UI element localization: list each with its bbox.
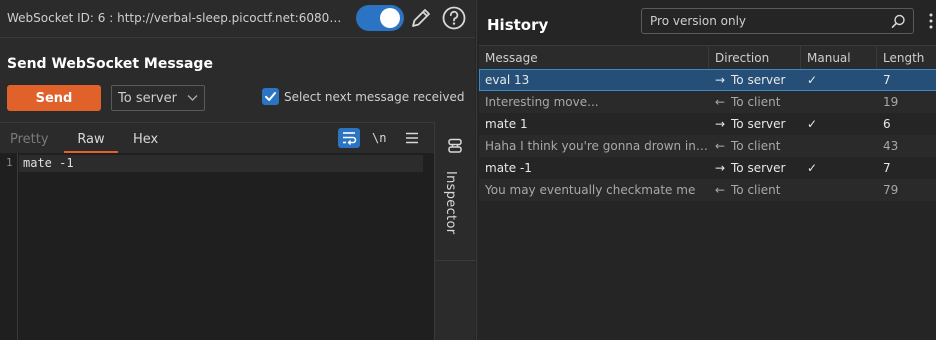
row-manual: ✓ <box>801 113 877 135</box>
column-message[interactable]: Message <box>479 46 709 70</box>
inspector-panel[interactable]: Inspector <box>434 122 476 340</box>
tab-raw[interactable]: Raw <box>64 132 118 147</box>
row-message: mate 1 <box>485 117 528 131</box>
arrow-left-icon: ← <box>715 139 726 153</box>
history-panel: History Message Direction Manual Length … <box>476 0 936 340</box>
arrow-right-icon: → <box>715 73 726 87</box>
row-length: 7 <box>883 161 891 175</box>
intercept-toggle[interactable] <box>356 5 404 31</box>
row-manual: ✓ <box>801 157 877 179</box>
websocket-title: WebSocket ID: 6 : http://verbal-sleep.pi… <box>7 11 347 25</box>
send-button[interactable]: Send <box>7 85 101 111</box>
row-message: Haha I think you're gonna drown in your … <box>485 139 709 153</box>
column-direction[interactable]: Direction <box>709 46 801 70</box>
tab-pretty[interactable]: Pretty <box>10 132 49 147</box>
row-length: 79 <box>883 183 899 197</box>
direction-value: To server <box>118 91 177 106</box>
manual-check-icon: ✓ <box>807 161 818 175</box>
row-direction-label: To client <box>731 183 781 197</box>
row-direction: ← To client <box>709 91 801 113</box>
word-wrap-icon <box>343 132 357 145</box>
row-length: 6 <box>883 117 891 131</box>
search-input[interactable] <box>642 9 882 33</box>
word-wrap-button[interactable] <box>338 128 360 148</box>
row-direction-label: To client <box>731 139 781 153</box>
manual-check-icon: ✓ <box>807 117 818 131</box>
inspector-divider <box>435 260 476 261</box>
row-direction: ← To client <box>709 179 801 201</box>
history-table: Message Direction Manual Length eval 13 … <box>479 45 936 201</box>
table-row[interactable]: Interesting move... ← To client 19 <box>479 91 936 113</box>
more-options-icon[interactable] <box>928 12 934 30</box>
row-length: 19 <box>883 95 899 109</box>
history-title: History <box>487 16 549 34</box>
row-direction: ← To client <box>709 135 801 157</box>
row-manual <box>801 179 877 201</box>
row-message: eval 13 <box>485 73 530 87</box>
row-direction: → To server <box>709 69 801 91</box>
table-row[interactable]: eval 13 → To server ✓ 7 <box>479 69 936 91</box>
row-direction: → To server <box>709 113 801 135</box>
manual-check-icon: ✓ <box>807 73 818 87</box>
line-gutter: 1 <box>0 153 18 340</box>
arrow-left-icon: ← <box>715 95 726 109</box>
row-length: 7 <box>883 73 891 87</box>
editor-tabs: Pretty Raw Hex \n <box>0 122 434 153</box>
menu-icon[interactable] <box>404 131 420 145</box>
column-manual[interactable]: Manual <box>801 46 877 70</box>
table-row[interactable]: You may eventually checkmate me ← To clie… <box>479 179 936 201</box>
row-message: You may eventually checkmate me <box>485 183 696 197</box>
pencil-icon[interactable] <box>408 5 434 31</box>
row-manual: ✓ <box>801 69 877 91</box>
select-next-checkbox[interactable] <box>262 88 279 105</box>
editor-content[interactable]: mate -1 <box>23 156 74 170</box>
row-length: 43 <box>883 139 899 153</box>
newline-toggle-button[interactable]: \n <box>372 131 386 145</box>
help-icon[interactable] <box>442 6 466 30</box>
history-search[interactable] <box>641 8 914 34</box>
tab-hex[interactable]: Hex <box>133 132 158 147</box>
table-row[interactable]: mate 1 → To server ✓ 6 <box>479 113 936 135</box>
row-direction-label: To server <box>731 73 786 87</box>
row-direction-label: To server <box>731 161 786 175</box>
toggle-knob <box>380 8 400 28</box>
row-message: mate -1 <box>485 161 532 175</box>
chevron-down-icon <box>187 95 198 101</box>
arrow-left-icon: ← <box>715 183 726 197</box>
table-row[interactable]: mate -1 → To server ✓ 7 <box>479 157 936 179</box>
table-header: Message Direction Manual Length <box>479 45 936 70</box>
direction-select[interactable]: To server <box>111 85 205 111</box>
send-title: Send WebSocket Message <box>7 56 213 72</box>
send-panel: WebSocket ID: 6 : http://verbal-sleep.pi… <box>0 0 476 340</box>
select-next-label: Select next message received <box>284 90 465 104</box>
row-direction-label: To server <box>731 117 786 131</box>
row-direction: → To server <box>709 157 801 179</box>
line-number: 1 <box>6 156 13 169</box>
arrow-right-icon: → <box>715 161 726 175</box>
search-icon[interactable] <box>891 14 906 29</box>
message-editor[interactable]: 1 mate -1 <box>0 153 434 340</box>
row-direction-label: To client <box>731 95 781 109</box>
inspector-icon <box>448 138 462 153</box>
arrow-right-icon: → <box>715 117 726 131</box>
table-row[interactable]: Haha I think you're gonna drown in your … <box>479 135 936 157</box>
column-length[interactable]: Length <box>877 46 936 70</box>
row-manual <box>801 91 877 113</box>
row-manual <box>801 135 877 157</box>
checkmark-icon <box>265 92 276 101</box>
row-message: Interesting move... <box>485 95 599 109</box>
inspector-label: Inspector <box>443 171 458 235</box>
current-line-highlight <box>19 155 423 172</box>
websocket-bar: WebSocket ID: 6 : http://verbal-sleep.pi… <box>0 0 475 38</box>
